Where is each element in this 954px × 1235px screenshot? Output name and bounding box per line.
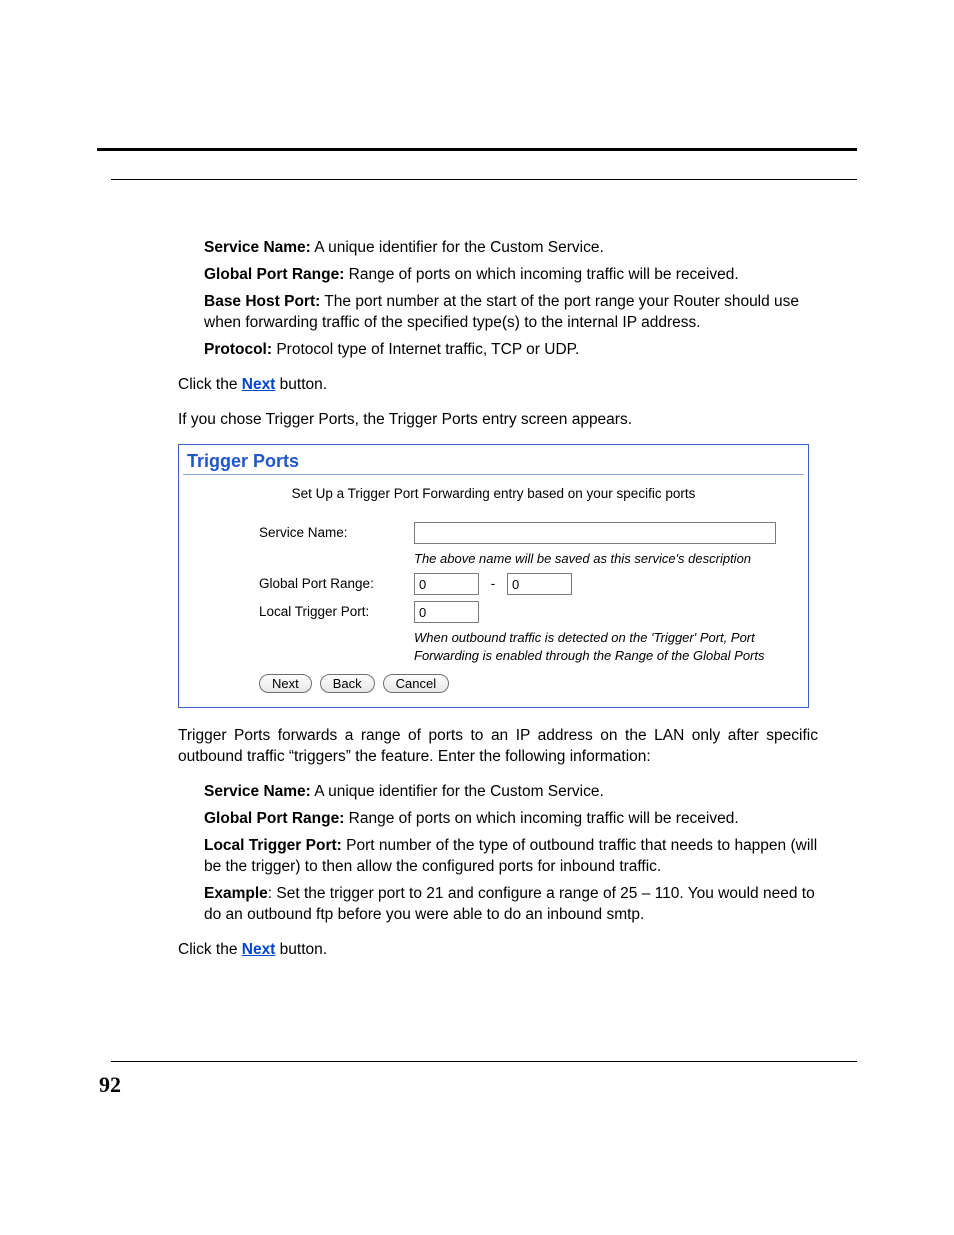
lead-trigger-ports: If you chose Trigger Ports, the Trigger …	[178, 410, 818, 431]
label: Global Port Range:	[204, 810, 344, 827]
label: Global Port Range:	[204, 266, 344, 283]
next-link-2[interactable]: Next	[242, 941, 276, 958]
text: A unique identifier for the Custom Servi…	[311, 239, 604, 256]
cancel-button[interactable]: Cancel	[383, 674, 449, 693]
label: Example	[204, 885, 268, 902]
dash: -	[483, 576, 504, 591]
global-port-from-input[interactable]	[414, 573, 479, 595]
label: Local Trigger Port:	[204, 837, 342, 854]
panel-title: Trigger Ports	[179, 445, 808, 474]
next-link[interactable]: Next	[242, 376, 276, 393]
def-base-host-port: Base Host Port: The port number at the s…	[178, 292, 818, 334]
text: Protocol type of Internet traffic, TCP o…	[272, 341, 579, 358]
row-service-name: Service Name: The above name will be sav…	[179, 522, 808, 568]
global-port-to-input[interactable]	[507, 573, 572, 595]
def-service-name: Service Name: A unique identifier for th…	[178, 238, 818, 259]
label: Service Name:	[204, 783, 311, 800]
panel-intro: Set Up a Trigger Port Forwarding entry b…	[179, 485, 808, 503]
label: Protocol:	[204, 341, 272, 358]
label: Base Host Port:	[204, 293, 320, 310]
page-content: Service Name: A unique identifier for th…	[178, 238, 818, 975]
back-button[interactable]: Back	[320, 674, 375, 693]
text: : Set the trigger port to 21 and configu…	[204, 885, 815, 923]
page-number: 92	[99, 1072, 121, 1098]
click-next-1: Click the Next button.	[178, 375, 818, 396]
header-rule-thick	[97, 148, 857, 151]
row-global-port-range: Global Port Range: -	[179, 573, 808, 595]
trigger-ports-desc: Trigger Ports forwards a range of ports …	[178, 726, 818, 768]
text: Range of ports on which incoming traffic…	[344, 266, 738, 283]
header-rule-thin	[111, 179, 857, 180]
local-trigger-port-input[interactable]	[414, 601, 479, 623]
next-button[interactable]: Next	[259, 674, 312, 693]
trigger-ports-panel: Trigger Ports Set Up a Trigger Port Forw…	[178, 444, 809, 708]
text: Range of ports on which incoming traffic…	[344, 810, 738, 827]
def-protocol: Protocol: Protocol type of Internet traf…	[178, 340, 818, 361]
label-global-port-range: Global Port Range:	[179, 573, 414, 593]
panel-rule	[183, 474, 804, 475]
label-local-trigger-port: Local Trigger Port:	[179, 601, 414, 621]
text-after: button.	[275, 941, 327, 958]
text-before: Click the	[178, 376, 242, 393]
row-local-trigger-port: Local Trigger Port: When outbound traffi…	[179, 601, 808, 664]
text-before: Click the	[178, 941, 242, 958]
text-after: button.	[275, 376, 327, 393]
click-next-2: Click the Next button.	[178, 940, 818, 961]
def-global-port-range: Global Port Range: Range of ports on whi…	[178, 265, 818, 286]
def2-example: Example: Set the trigger port to 21 and …	[178, 884, 818, 926]
footer-rule	[111, 1061, 857, 1062]
panel-buttons: Next Back Cancel	[179, 674, 808, 693]
service-name-input[interactable]	[414, 522, 776, 544]
label: Service Name:	[204, 239, 311, 256]
def2-local-trigger-port: Local Trigger Port: Port number of the t…	[178, 836, 818, 878]
def2-service-name: Service Name: A unique identifier for th…	[178, 782, 818, 803]
service-name-hint: The above name will be saved as this ser…	[414, 550, 774, 568]
text: A unique identifier for the Custom Servi…	[311, 783, 604, 800]
label-service-name: Service Name:	[179, 522, 414, 542]
def2-global-port-range: Global Port Range: Range of ports on whi…	[178, 809, 818, 830]
local-trigger-hint: When outbound traffic is detected on the…	[414, 629, 794, 664]
